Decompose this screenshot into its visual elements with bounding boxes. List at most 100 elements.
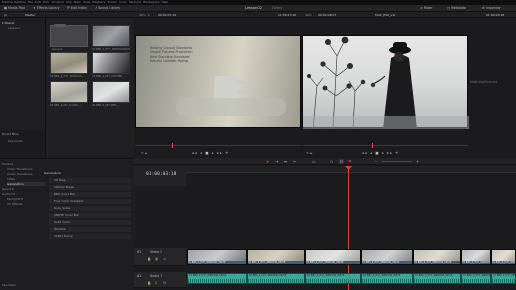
video-clip[interactable]: 01 BBS_0_EXT_WINDOW_MOVE [461, 249, 491, 265]
generator-item[interactable]: Solid Color [49, 220, 131, 225]
inspector-button[interactable]: ⚙ Inspector [482, 6, 501, 11]
effects-tree-item[interactable]: Titles [7, 177, 15, 181]
auto-select-icon[interactable]: ▣ [155, 257, 158, 261]
master-bin[interactable]: ▾ Master [2, 21, 15, 25]
folder-tab [54, 24, 66, 27]
clip-thumbnail[interactable] [92, 25, 130, 47]
effects-tree-item[interactable]: Audio FX [2, 192, 15, 196]
record-viewer[interactable] [302, 35, 469, 129]
clip-thumbnail[interactable] [50, 81, 88, 103]
effects-tree-item[interactable]: Generators [7, 182, 45, 186]
clip-thumbnail[interactable] [92, 81, 130, 103]
clip-name: 01 BBS_0_EXT_WINDOW_MOVE [249, 274, 287, 277]
trim-tool-icon[interactable]: ⇥ [275, 159, 278, 164]
effects-tree-item[interactable]: Audio Transitions [7, 172, 33, 176]
snapping-icon[interactable]: ∩ [330, 159, 333, 164]
record-transport-controls[interactable]: ◂◂ ◂ ■ ▸ ▸▸ ⟲ [362, 150, 399, 156]
favorites-label[interactable]: Favorites [2, 283, 16, 287]
zoom-slider[interactable] [382, 161, 412, 162]
zoom-out-icon[interactable]: − [374, 159, 377, 164]
smart-bins-header[interactable]: Smart Bins [2, 132, 18, 136]
dropdown-icon[interactable]: ▾ [148, 12, 150, 18]
audio-clip[interactable]: 01 BBS_0_EXT_WINDOW_MOVE [305, 273, 361, 284]
zoom-in-icon[interactable]: + [416, 159, 419, 164]
edit-index-button[interactable]: ☰ Edit Index [67, 6, 87, 11]
clip-name: 01 BBS_0_EXT_WINDOW_MOVE [248, 261, 304, 264]
video-track-header[interactable]: V1 Video 1 🔒 ▣ ▭ [134, 248, 186, 266]
selection-tool-icon[interactable]: ➤ [266, 159, 269, 164]
effects-tree-item[interactable]: FairlightFX [7, 197, 23, 201]
generator-item[interactable]: EBU Color Bar [49, 192, 131, 197]
video-clip[interactable]: 01 BBS_0_EXT_WINDOW_MOVE [187, 249, 247, 265]
timeline-playhead[interactable] [348, 166, 349, 290]
record-loop-icon[interactable]: ⟲ ◂▸ [306, 151, 312, 155]
timeline-name[interactable]: MAX_Edit_v1 [375, 12, 394, 18]
audio-track-header[interactable]: A1 Audio 1 🔒 S M [134, 272, 186, 288]
source-scrub-bar[interactable] [135, 145, 301, 146]
audio-clip[interactable]: 01 BBS_0_EXT_WINDOW_MOVE [361, 273, 413, 284]
timeline-zoom[interactable]: 46% [305, 12, 312, 18]
audio-clip[interactable]: 01 BBS_0_EXT_WINDOW_MOVE [413, 273, 461, 284]
effects-library-button[interactable]: ✦ Effects Library [33, 6, 60, 11]
source-playhead[interactable] [172, 143, 173, 148]
generator-item[interactable]: SMPTE Color Bar [49, 213, 131, 218]
clip-name: 01 BBS_0_EXT_WINDOW_MOVE [462, 261, 490, 264]
record-timecode-right: 01:00:03:18 [486, 13, 505, 17]
clip-label: 01 BBS_0_EXT_WINDOW_... [50, 75, 86, 78]
effects-tree-item[interactable]: Video Transitions [7, 167, 32, 171]
generator-item[interactable]: 10 Step [49, 178, 131, 183]
source-transport-controls[interactable]: ◂◂ ◂ ■ ▸ ▸▸ ⟲ [192, 150, 229, 156]
solo-icon[interactable]: S [155, 281, 157, 285]
video-clip[interactable]: 01 BBS_0_EXT_WINDOW_MOVE [413, 249, 461, 265]
effects-tree-item[interactable]: Toolbox [2, 162, 13, 166]
generator-item[interactable]: Grey Scale [49, 206, 131, 211]
video-clip[interactable]: 01 BBS_0_EXT_WINDOW_MOVE [247, 249, 305, 265]
sound-library-button[interactable]: ♪ Sound Library [95, 6, 120, 11]
position-lock-icon[interactable]: ⚑ [348, 159, 352, 164]
record-scrub-bar[interactable] [302, 145, 468, 146]
video-clip[interactable]: 01 BBS_0_EXT_WINDOW_MOVE [491, 249, 516, 265]
clip-thumbnail[interactable] [50, 52, 88, 74]
keywords-bin[interactable]: Keywords [8, 139, 22, 143]
lessons-bin[interactable]: Lessons [8, 26, 20, 30]
lock-icon[interactable]: 🔒 [147, 257, 151, 261]
clip-name: 01 BBS_0_EXT_WINDOW_MOVE [463, 274, 491, 277]
linked-selection-icon[interactable]: ⛓ [339, 159, 344, 164]
monitor-icon[interactable]: ▭ [163, 257, 166, 261]
lock-icon[interactable]: 🔒 [147, 281, 151, 285]
folder-icon[interactable] [50, 24, 88, 47]
metadata-button[interactable]: ◳ Metadata [447, 6, 466, 11]
audio-clip[interactable]: 01 BBS_0_EXT_WINDOW_MOVE [247, 273, 305, 284]
video-clip[interactable]: 01 BBS_0_EXT_WINDOW_MOVE [305, 249, 361, 265]
media-pool-button[interactable]: ▦ Media Pool [4, 6, 25, 11]
audio-clip[interactable]: 01 BBS_0_EXT_WINDOW_MOVE [491, 273, 516, 284]
chevron-down-icon[interactable]: ▾ [394, 12, 396, 18]
effects-tree-item[interactable]: OpenFX [2, 187, 14, 191]
generator-item[interactable]: Window [49, 227, 131, 232]
mute-icon[interactable]: M [163, 281, 166, 285]
folder-label: Lessons [52, 48, 63, 51]
loop-icon[interactable]: ⟲ ◂▸ [141, 151, 147, 155]
toolbar: ▦ Media Pool ✦ Effects Library ☰ Edit In… [0, 5, 516, 12]
source-overlay-text: Nesting Ground Standards Simple Pictures… [150, 46, 193, 64]
source-viewer[interactable]: Nesting Ground Standards Simple Pictures… [135, 35, 301, 128]
clip-thumbnail[interactable] [92, 52, 130, 74]
generator-item[interactable]: 100mV Steps [49, 185, 131, 190]
insert-clip-icon[interactable]: ▭ [312, 159, 316, 164]
mixer-button[interactable]: ≡ Mixer [420, 6, 432, 11]
effects-tree-item[interactable]: AU Effects [7, 202, 22, 206]
audio-waveform [248, 279, 304, 283]
media-pool: Lessons 01 BBS_0_EXT_WINDOW.MOV 01 BBS_0… [45, 18, 134, 157]
generator-item[interactable]: YCbCr Ramp [49, 234, 131, 239]
generator-item[interactable]: Four Color Gradient [49, 199, 131, 204]
audio-clip[interactable]: 01 BBS_0_EXT_WINDOW_MOVE [461, 273, 491, 284]
audio-waveform [188, 279, 246, 283]
clip-label: 01 BBS_0_EXT_WINDOW.MOV [92, 48, 131, 51]
audio-clip[interactable]: 01 BBS_0_EXT_WINDOW_MOVE [187, 273, 247, 284]
blade-tool-icon[interactable]: ✂ [293, 159, 296, 164]
timeline-timecode-box: 01:00:03:18 [134, 166, 186, 186]
source-zoom[interactable]: 46% [139, 12, 146, 18]
dynamic-trim-icon[interactable]: ⇹ [284, 159, 287, 164]
video-clip[interactable]: 01 BBS_0_EXT_WINDOW_MOVE [361, 249, 413, 265]
record-playhead[interactable] [372, 143, 373, 148]
